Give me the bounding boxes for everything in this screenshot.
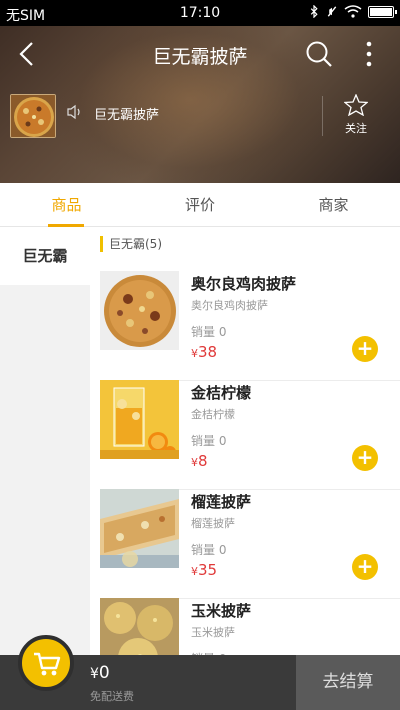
product-image[interactable] — [100, 271, 179, 350]
speaker-icon[interactable] — [66, 104, 84, 120]
divider — [322, 96, 323, 136]
mute-icon — [327, 6, 337, 17]
battery-icon — [368, 5, 397, 18]
page-title: 巨无霸披萨 — [152, 46, 248, 68]
product-name: 奥尔良鸡肉披萨 — [191, 275, 297, 293]
product-price: ¥38 — [191, 343, 218, 361]
list-item[interactable]: 金桔柠檬 金桔柠檬 销量 0 ¥8 + — [90, 380, 400, 490]
nav-bar: 巨无霸披萨 — [0, 26, 400, 82]
product-name: 榴莲披萨 — [191, 493, 252, 511]
product-subtitle: 奥尔良鸡肉披萨 — [191, 299, 268, 312]
product-list: 巨无霸(5) 奥尔良鸡肉披萨 奥尔良鸡肉披萨 销量 0 ¥38 + 金桔柠檬 金… — [90, 227, 400, 710]
product-price: ¥35 — [191, 561, 218, 579]
product-sales: 销量 0 — [191, 434, 227, 448]
group-title: 巨无霸(5) — [100, 236, 162, 252]
product-image[interactable] — [100, 489, 179, 568]
cart-button[interactable] — [18, 635, 74, 691]
product-image[interactable] — [100, 380, 179, 459]
product-sales: 销量 0 — [191, 325, 227, 339]
product-price: ¥8 — [191, 452, 208, 470]
product-name: 玉米披萨 — [191, 602, 252, 620]
product-subtitle: 玉米披萨 — [191, 626, 235, 639]
shop-header: 无SIM 17:10 巨无霸披萨 巨无霸披萨 关注 — [0, 0, 400, 183]
follow-button[interactable]: 关注 — [338, 94, 374, 136]
category-item-jumbo[interactable]: 巨无霸 — [0, 227, 90, 285]
add-to-cart-button[interactable]: + — [352, 336, 378, 362]
product-sales: 销量 0 — [191, 543, 227, 557]
more-menu-icon[interactable] — [358, 39, 380, 69]
product-subtitle: 金桔柠檬 — [191, 408, 235, 421]
product-subtitle: 榴莲披萨 — [191, 517, 235, 530]
status-icons — [308, 5, 397, 18]
star-icon — [344, 94, 368, 116]
tab-reviews[interactable]: 评价 — [133, 183, 267, 227]
shopping-cart-icon — [34, 652, 61, 676]
checkout-button[interactable]: 去结算 — [296, 655, 400, 710]
status-bar: 无SIM 17:10 — [0, 0, 400, 26]
list-item[interactable]: 榴莲披萨 榴莲披萨 销量 0 ¥35 + — [90, 489, 400, 599]
product-name: 金桔柠檬 — [191, 384, 252, 402]
add-to-cart-button[interactable]: + — [352, 554, 378, 580]
delivery-note: 免配送费 — [90, 690, 134, 703]
tab-bar: 商品 评价 商家 — [0, 183, 400, 227]
shop-logo[interactable] — [10, 94, 56, 138]
tab-products[interactable]: 商品 — [0, 183, 133, 227]
add-to-cart-button[interactable]: + — [352, 445, 378, 471]
search-icon[interactable] — [304, 39, 334, 69]
list-item[interactable]: 奥尔良鸡肉披萨 奥尔良鸡肉披萨 销量 0 ¥38 + — [90, 271, 400, 381]
tab-merchant[interactable]: 商家 — [267, 183, 400, 227]
shop-info: 巨无霸披萨 关注 — [0, 88, 400, 144]
cart-bar: ¥0 免配送费 去结算 — [0, 635, 400, 710]
follow-label: 关注 — [345, 122, 367, 135]
cart-total: ¥0 — [90, 663, 110, 683]
bluetooth-icon — [310, 5, 318, 18]
shop-name: 巨无霸披萨 — [94, 108, 160, 123]
wifi-icon — [344, 5, 362, 18]
